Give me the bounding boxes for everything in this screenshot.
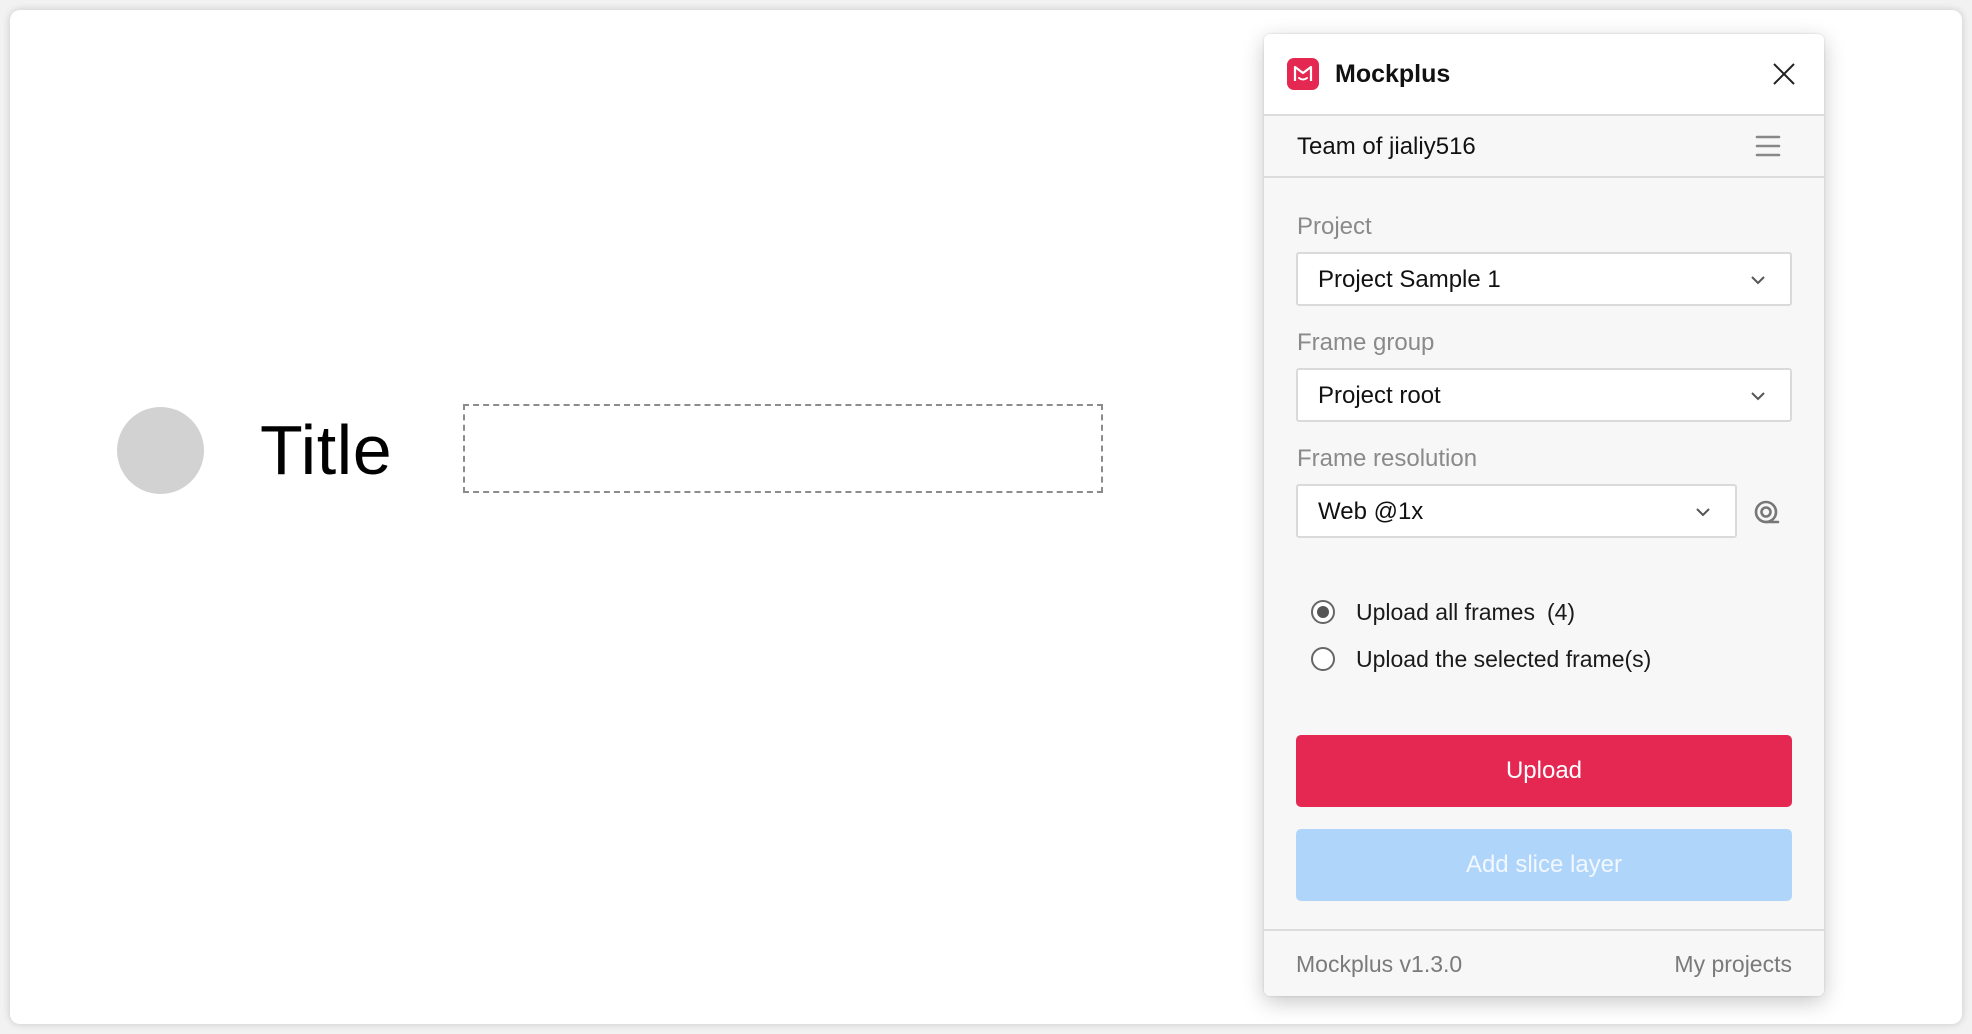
frame-resolution-select-value: Web @1x [1318, 498, 1424, 525]
app-title: Mockplus [1335, 60, 1451, 88]
canvas-circle-shape[interactable] [117, 407, 204, 494]
mockplus-plugin-panel: Mockplus Team of jialiy516 Project Proje… [1264, 34, 1824, 996]
mockplus-logo-icon [1287, 58, 1319, 90]
close-button[interactable] [1768, 58, 1800, 90]
add-slice-layer-button[interactable]: Add slice layer [1296, 829, 1792, 901]
upload-all-frames-label: Upload all frames (4) [1356, 599, 1576, 625]
project-select-value: Project Sample 1 [1318, 266, 1501, 293]
frame-resolution-label: Frame resolution [1297, 445, 1478, 472]
canvas-title-text[interactable]: Title [260, 408, 392, 492]
panel-header: Mockplus [1264, 34, 1824, 116]
chevron-down-icon [1751, 392, 1765, 401]
frame-group-select-value: Project root [1318, 382, 1441, 409]
frame-group-label: Frame group [1297, 329, 1435, 356]
resolution-settings-icon [1754, 500, 1780, 524]
upload-button[interactable]: Upload [1296, 735, 1792, 807]
frame-count: (4) [1546, 599, 1576, 625]
team-row: Team of jialiy516 [1264, 116, 1824, 178]
project-label: Project [1297, 213, 1372, 240]
team-name: Team of jialiy516 [1297, 133, 1476, 160]
chevron-down-icon [1696, 508, 1710, 517]
upload-selected-frames-label: Upload the selected frame(s) [1356, 646, 1652, 672]
resolution-settings-button[interactable] [1752, 498, 1782, 528]
frame-resolution-select[interactable]: Web @1x [1296, 484, 1737, 538]
project-select[interactable]: Project Sample 1 [1296, 252, 1792, 306]
chevron-down-icon [1751, 276, 1765, 285]
canvas-placeholder-box[interactable] [463, 404, 1103, 493]
radio-unselected[interactable] [1311, 647, 1335, 671]
my-projects-link[interactable]: My projects [1674, 950, 1792, 978]
close-icon [1773, 63, 1795, 85]
hamburger-menu-icon [1755, 135, 1781, 157]
panel-footer: Mockplus v1.3.0 My projects [1264, 929, 1824, 996]
radio-selected[interactable] [1311, 600, 1335, 624]
frame-group-select[interactable]: Project root [1296, 368, 1792, 422]
menu-button[interactable] [1754, 132, 1782, 160]
version-label: Mockplus v1.3.0 [1296, 951, 1463, 977]
